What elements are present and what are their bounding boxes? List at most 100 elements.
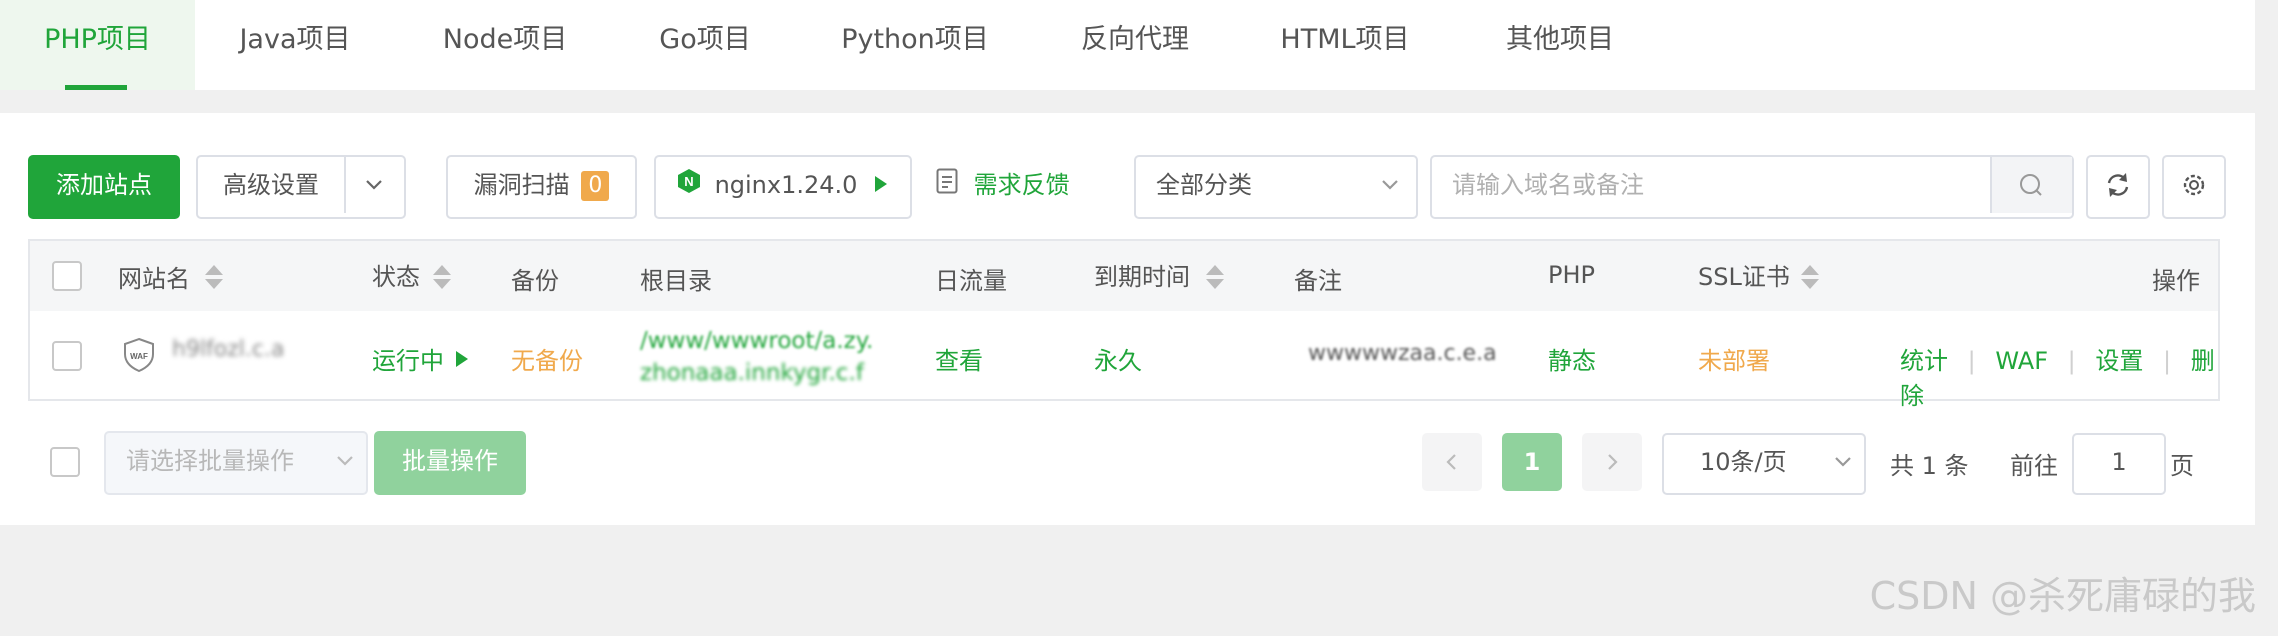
vuln-count-badge: 0	[581, 171, 610, 201]
header-root: 根目录	[640, 261, 712, 296]
root-dir-line-2: zhonaaa.innkygr.c.f	[640, 360, 864, 386]
header-ssl[interactable]: SSL证书	[1698, 257, 1790, 292]
tab-php[interactable]: PHP项目	[0, 0, 195, 90]
site-name-link[interactable]: h9lfozl.c.a	[172, 337, 284, 362]
settings-button[interactable]	[2162, 155, 2226, 219]
tab-go-label: Go项目	[659, 24, 751, 55]
traffic-link[interactable]: 查看	[935, 341, 983, 376]
feedback-link[interactable]: 需求反馈	[936, 155, 1070, 215]
php-version-link[interactable]: 静态	[1548, 341, 1596, 376]
batch-operation-button[interactable]: 批量操作	[374, 431, 526, 495]
goto-page-input[interactable]: 1	[2072, 433, 2166, 495]
feedback-label: 需求反馈	[973, 171, 1070, 199]
waf-action[interactable]: WAF	[1995, 347, 2048, 375]
header-expire[interactable]: 到期时间	[1094, 257, 1190, 292]
chevron-down-icon	[1374, 157, 1406, 219]
header-actions: 操作	[2152, 261, 2200, 296]
batch-button-label: 批量操作	[402, 447, 498, 475]
tab-html[interactable]: HTML项目	[1270, 0, 1420, 90]
nginx-service-button[interactable]: N nginx1.24.0	[654, 155, 912, 219]
total-count-label: 共 1 条	[1890, 452, 1969, 480]
page-suffix-text: 页	[2170, 452, 2194, 480]
vuln-scan-label: 漏洞扫描	[473, 171, 570, 199]
watermark: CSDN @杀死庸碌的我	[1870, 565, 2256, 620]
header-expire-label: 到期时间	[1094, 263, 1190, 291]
table-header: 网站名 状态 备份 根目录 日流量 到期时间 备注 PHP SSL证书 操作	[30, 241, 2218, 313]
batch-operation-select[interactable]: 请选择批量操作	[104, 431, 368, 495]
next-page-button[interactable]	[1582, 433, 1642, 491]
watermark-text: CSDN @杀死庸碌的我	[1869, 574, 2256, 618]
sort-desc-icon	[433, 279, 451, 289]
current-page-label: 1	[1523, 448, 1541, 476]
sort-desc-icon	[1206, 279, 1224, 289]
select-all-checkbox[interactable]	[52, 261, 82, 291]
play-icon	[454, 347, 470, 375]
header-ssl-label: SSL证书	[1698, 263, 1790, 291]
prev-page-button[interactable]	[1422, 433, 1482, 491]
vuln-scan-button[interactable]: 漏洞扫描 0	[446, 155, 637, 219]
tab-java[interactable]: Java项目	[215, 0, 375, 90]
header-traffic-label: 日流量	[935, 267, 1007, 295]
header-status-label: 状态	[372, 263, 420, 291]
search-box: 请输入域名或备注	[1430, 155, 2074, 219]
chevron-right-icon	[1608, 454, 1618, 470]
tab-node-label: Node项目	[442, 24, 568, 55]
row-actions: 统计 | WAF | 设置 | 删除	[1900, 341, 2218, 411]
table-row: WAF h9lfozl.c.a 运行中 无备份 /www/wwwroot/a.z…	[30, 311, 2218, 410]
refresh-button[interactable]	[2086, 155, 2150, 219]
search-button[interactable]	[1990, 157, 2072, 213]
action-separator: |	[1967, 347, 1976, 375]
site-table: 网站名 状态 备份 根目录 日流量 到期时间 备注 PHP SSL证书 操作 W…	[28, 239, 2220, 410]
sort-asc-icon	[433, 265, 451, 275]
remark-field[interactable]: wwwwwzaa.c.e.a	[1308, 341, 1497, 366]
sort-asc-icon	[1206, 265, 1224, 275]
tab-python[interactable]: Python项目	[830, 0, 1000, 90]
stats-action[interactable]: 统计	[1900, 347, 1948, 375]
header-php-label: PHP	[1548, 261, 1595, 289]
tab-other[interactable]: 其他项目	[1485, 0, 1635, 90]
page-size-select[interactable]: 10条/页	[1662, 433, 1866, 495]
sort-asc-icon	[205, 265, 223, 275]
header-backup-label: 备份	[511, 267, 559, 295]
footer-select-checkbox[interactable]	[50, 447, 80, 477]
advanced-settings-dropdown[interactable]: 高级设置	[196, 155, 406, 219]
header-actions-label: 操作	[2152, 267, 2200, 295]
header-root-label: 根目录	[640, 267, 712, 295]
status-running[interactable]: 运行中	[372, 341, 470, 376]
project-tabs: PHP项目 Java项目 Node项目 Go项目 Python项目 反向代理 H…	[0, 0, 2255, 90]
header-site-name[interactable]: 网站名	[118, 259, 190, 294]
search-input[interactable]: 请输入域名或备注	[1452, 157, 1644, 213]
add-site-button[interactable]: 添加站点	[28, 155, 180, 219]
category-select[interactable]: 全部分类	[1134, 155, 1418, 219]
header-php: PHP	[1548, 261, 1595, 289]
chevron-down-icon	[330, 433, 360, 495]
settings-action[interactable]: 设置	[2095, 347, 2143, 375]
tab-reverse-proxy[interactable]: 反向代理	[1065, 0, 1205, 90]
site-name-label: h9lfozl.c.a	[172, 337, 285, 362]
waf-shield-icon[interactable]: WAF	[122, 337, 156, 377]
expire-label: 永久	[1094, 347, 1142, 375]
search-icon	[2020, 174, 2042, 196]
row-checkbox[interactable]	[52, 341, 82, 371]
sort-desc-icon	[205, 279, 223, 289]
traffic-label: 查看	[935, 347, 983, 375]
page-1-button[interactable]: 1	[1502, 433, 1562, 491]
php-version-label: 静态	[1548, 347, 1596, 375]
tab-java-label: Java项目	[239, 24, 351, 55]
nginx-version-label: nginx1.24.0	[714, 171, 858, 199]
ssl-link[interactable]: 未部署	[1698, 341, 1770, 376]
goto-page-value: 1	[2111, 448, 2127, 476]
backup-link[interactable]: 无备份	[511, 341, 583, 376]
action-separator: |	[2067, 347, 2076, 375]
tab-other-label: 其他项目	[1506, 24, 1614, 55]
tab-node[interactable]: Node项目	[425, 0, 585, 90]
remark-label: wwwwwzaa.c.e.a	[1308, 341, 1497, 366]
chevron-down-icon[interactable]	[346, 157, 402, 213]
active-tab-indicator	[65, 85, 127, 90]
header-status[interactable]: 状态	[372, 257, 420, 292]
expire-link[interactable]: 永久	[1094, 341, 1142, 376]
site-panel: 添加站点 高级设置 漏洞扫描 0 N nginx1.24.0 需求反馈 全部分类	[0, 113, 2255, 525]
header-remark-label: 备注	[1294, 267, 1342, 295]
tab-go[interactable]: Go项目	[640, 0, 770, 90]
root-dir-link[interactable]: /www/wwwroot/a.zy. zhonaaa.innkygr.c.f	[640, 325, 873, 389]
